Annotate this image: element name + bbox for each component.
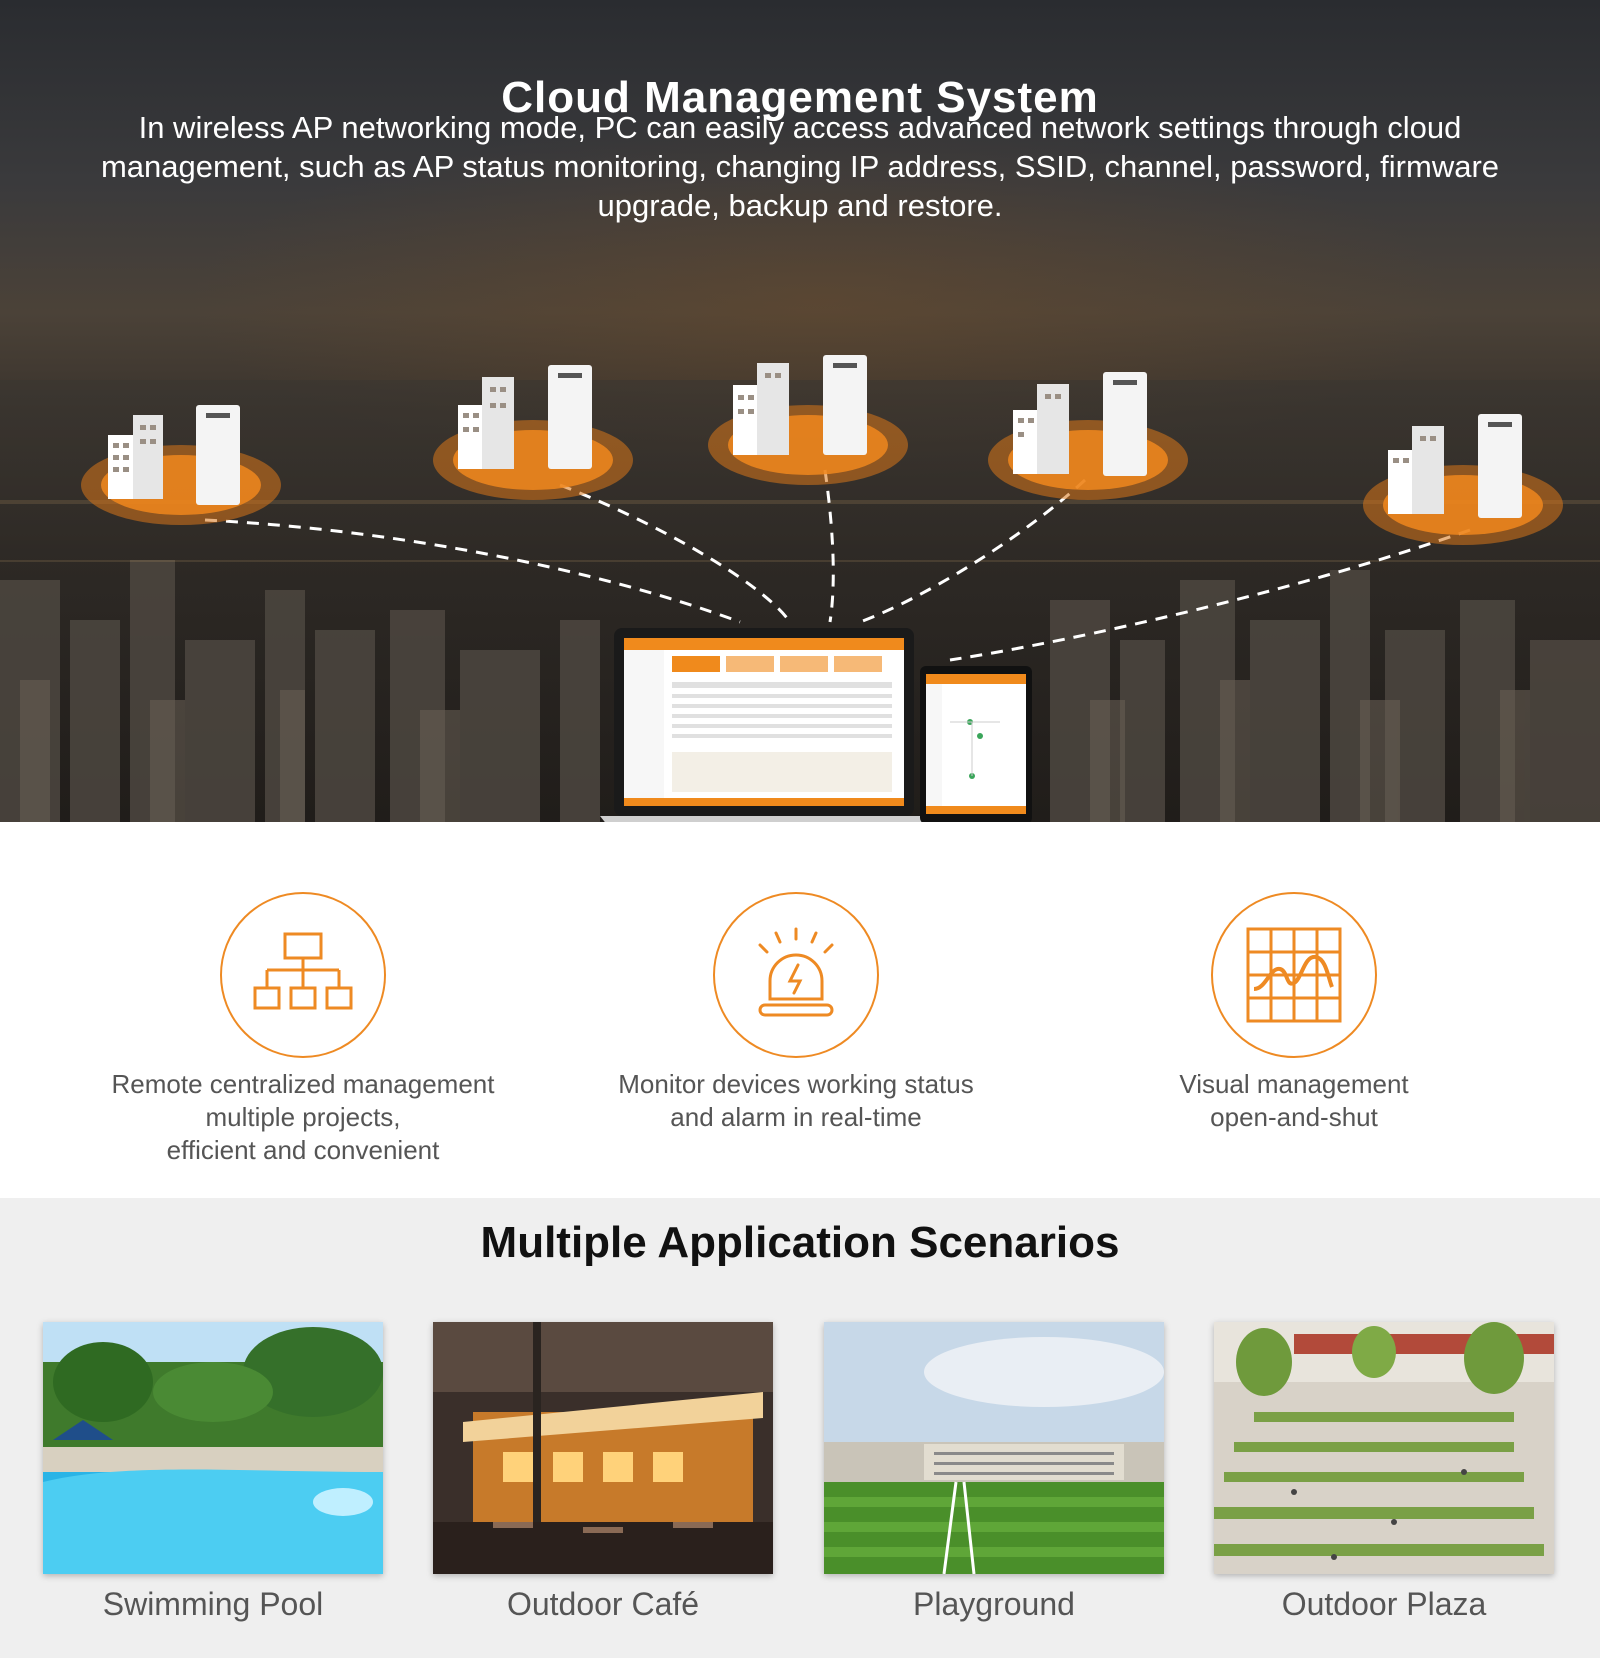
ap-site-node-1 — [78, 395, 288, 545]
feature-line: Remote centralized management — [111, 1069, 495, 1099]
feature-line: open-and-shut — [1210, 1102, 1378, 1132]
outdoor-plaza-photo — [1214, 1322, 1554, 1574]
scenario-label: Outdoor Café — [506, 1586, 700, 1622]
playground-photo — [824, 1322, 1164, 1574]
scenarios-title: Multiple Application Scenarios — [480, 1218, 1120, 1267]
ap-site-node-3 — [705, 355, 915, 505]
feature-circle — [220, 892, 386, 1058]
feature-line: Visual management — [1179, 1069, 1409, 1099]
outdoor-cafe-photo — [433, 1322, 773, 1574]
scenario-outdoor-plaza: Outdoor Plaza — [1214, 1322, 1554, 1623]
scenario-label: Swimming Pool — [102, 1586, 324, 1622]
feature-line: and alarm in real-time — [670, 1102, 922, 1132]
scenarios-section: Multiple Application Scenarios Swimming … — [0, 1198, 1600, 1658]
hero-section: Cloud Management System In wireless AP n… — [0, 0, 1600, 822]
feature-monitor-alarm: Monitor devices working status and alarm… — [566, 892, 1026, 1134]
feature-text: Monitor devices working status and alarm… — [566, 1068, 1026, 1134]
feature-text: Remote centralized management multiple p… — [73, 1068, 533, 1167]
ap-site-node-5 — [1360, 410, 1570, 560]
swimming-pool-photo — [43, 1322, 383, 1574]
feature-line: Monitor devices working status — [618, 1069, 974, 1099]
feature-circle — [713, 892, 879, 1058]
scenario-playground: Playground — [824, 1322, 1164, 1623]
feature-remote-management: Remote centralized management multiple p… — [73, 892, 533, 1167]
laptop-tablet-dashboard-image — [600, 628, 1032, 822]
network-hierarchy-icon — [253, 932, 353, 1010]
scenario-label: Outdoor Plaza — [1281, 1586, 1487, 1622]
scenario-outdoor-cafe: Outdoor Café — [433, 1322, 773, 1623]
chart-grid-icon — [1246, 927, 1342, 1023]
alarm-siren-icon — [758, 927, 834, 1017]
feature-line: multiple projects, — [205, 1102, 401, 1132]
scenario-label: Playground — [913, 1586, 1075, 1622]
ap-site-node-4 — [985, 370, 1195, 520]
features-section: Remote centralized management multiple p… — [0, 822, 1600, 1198]
feature-text: Visual management open-and-shut — [1064, 1068, 1524, 1134]
feature-circle — [1211, 892, 1377, 1058]
scenario-swimming-pool: Swimming Pool — [43, 1322, 383, 1623]
feature-visual-management: Visual management open-and-shut — [1064, 892, 1524, 1134]
feature-line: efficient and convenient — [166, 1135, 440, 1165]
ap-site-node-2 — [430, 365, 640, 515]
